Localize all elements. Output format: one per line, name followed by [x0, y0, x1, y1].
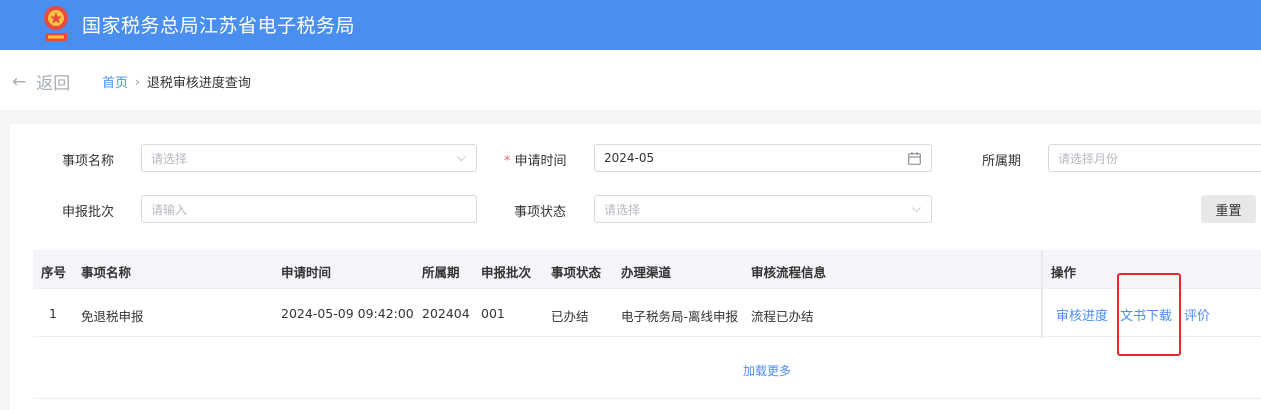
cell-apply-time: 2024-05-09 09:42:00	[281, 306, 414, 321]
tax-emblem-icon	[44, 6, 68, 41]
apply-time-label: * 申请时间	[504, 150, 567, 169]
required-mark: *	[504, 154, 511, 169]
cell-flow-info: 流程已办结	[751, 309, 814, 324]
load-more-link[interactable]: 加载更多	[743, 362, 791, 379]
cell-item-name: 免退税申报	[81, 309, 144, 324]
breadcrumb: 首页 › 退税审核进度查询	[102, 72, 251, 92]
breadcrumb-home[interactable]: 首页	[102, 72, 128, 91]
col-actions: 操作	[1051, 265, 1077, 280]
reset-button[interactable]: 重置	[1201, 195, 1256, 223]
table-row: 1 免退税申报 2024-05-09 09:42:00 202404 001 已…	[33, 289, 1261, 337]
chevron-down-icon: ⌵	[456, 150, 466, 164]
chevron-down-icon: ⌵	[911, 201, 921, 215]
back-button[interactable]: ← 返回	[12, 69, 71, 95]
col-period: 所属期	[422, 265, 460, 280]
status-label: 事项状态	[514, 205, 567, 220]
breadcrumb-separator: ›	[135, 74, 140, 89]
batch-placeholder: 请输入	[151, 202, 188, 217]
item-name-label: 事项名称	[62, 154, 115, 169]
cell-period: 202404	[422, 306, 470, 321]
site-title: 国家税务总局江苏省电子税务局	[82, 15, 356, 37]
col-flow-info: 审核流程信息	[751, 265, 827, 280]
col-index: 序号	[41, 265, 67, 280]
item-name-placeholder: 请选择	[151, 151, 188, 166]
col-batch: 申报批次	[481, 265, 532, 280]
period-placeholder: 请选择月份	[1058, 151, 1119, 166]
breadcrumb-current: 退税审核进度查询	[146, 76, 251, 91]
period-picker[interactable]: 请选择月份	[1048, 144, 1261, 172]
cell-batch: 001	[481, 306, 505, 321]
col-item-name: 事项名称	[81, 265, 132, 280]
highlight-box	[1117, 273, 1181, 356]
calendar-icon	[908, 152, 921, 165]
cell-index: 1	[49, 306, 57, 321]
col-status: 事项状态	[551, 265, 602, 280]
cell-channel: 电子税务局-离线申报	[621, 309, 739, 324]
status-placeholder: 请选择	[604, 202, 641, 217]
apply-time-label-text: 申请时间	[514, 154, 567, 169]
batch-label: 申报批次	[62, 205, 115, 220]
cell-status: 已办结	[551, 309, 589, 324]
status-select[interactable]: 请选择 ⌵	[594, 195, 932, 223]
item-name-select[interactable]: 请选择 ⌵	[141, 144, 477, 172]
table-header: 序号 事项名称 申请时间 所属期 申报批次 事项状态 办理渠道 审核流程信息 操…	[33, 250, 1261, 338]
col-channel: 办理渠道	[621, 265, 672, 280]
query-card: 事项名称 请选择 ⌵ * 申请时间 2024-05 所属期 请选择月份 申报批次 …	[10, 124, 1261, 410]
table-bottom-divider	[33, 398, 1261, 399]
col-apply-time: 申请时间	[281, 265, 332, 280]
evaluate-link[interactable]: 评价	[1184, 305, 1210, 324]
arrow-left-icon: ←	[12, 71, 27, 92]
review-progress-link[interactable]: 审核进度	[1056, 305, 1108, 324]
nav-bar: ← 返回 首页 › 退税审核进度查询	[0, 50, 1261, 110]
top-header: 国家税务总局江苏省电子税务局	[0, 0, 1261, 50]
batch-input[interactable]: 请输入	[141, 195, 477, 223]
apply-time-picker[interactable]: 2024-05	[594, 144, 932, 172]
period-label: 所属期	[982, 154, 1022, 169]
apply-time-value: 2024-05	[604, 151, 655, 165]
back-label: 返回	[36, 74, 71, 94]
